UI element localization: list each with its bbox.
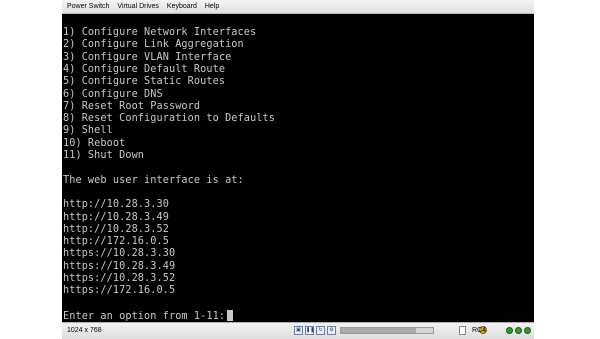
menu-bar: Power Switch Virtual Drives Keyboard Hel… xyxy=(62,0,534,14)
led-scroll-lock-icon xyxy=(524,327,531,334)
menu-help[interactable]: Help xyxy=(201,3,223,10)
console-line: https://10.28.3.49 xyxy=(63,260,176,272)
console-line: 10) Reboot xyxy=(63,137,126,149)
console-line: 2) Configure Link Aggregation xyxy=(63,39,244,51)
remote-console-screen[interactable]: 1) Configure Network Interfaces 2) Config… xyxy=(62,14,534,322)
console-line: http://10.28.3.49 xyxy=(63,211,169,223)
settings-icon[interactable]: ⚙ xyxy=(327,326,336,335)
console-line: 11) Shut Down xyxy=(63,150,145,161)
led-caps-lock-icon xyxy=(515,327,522,334)
console-line: https://10.28.3.52 xyxy=(63,273,176,284)
console-line: http://172.16.0.5 xyxy=(63,236,169,248)
console-line: https://172.16.0.5 xyxy=(63,285,176,297)
console-line: 5) Configure Static Routes xyxy=(63,76,226,88)
resolution-label: 1024 x 768 xyxy=(67,327,102,334)
console-line: https://10.28.3.30 xyxy=(63,248,176,260)
console-line: The web user interface is at: xyxy=(63,174,244,186)
console-line: 4) Configure Default Route xyxy=(63,63,226,75)
document-icon xyxy=(459,326,466,335)
progress-fill xyxy=(341,328,417,333)
console-line: http://10.28.3.30 xyxy=(63,199,169,211)
refresh-icon[interactable]: ↻ xyxy=(316,326,325,335)
fit-screen-icon[interactable]: ▣ xyxy=(294,326,303,335)
status-bar: 1024 x 768 ▣ ❚❚ ↻ ⚙ RC4 xyxy=(62,322,534,339)
console-line: 9) Shell xyxy=(63,125,113,137)
led-num-lock-icon xyxy=(506,327,513,334)
console-line: 8) Reset Configuration to Defaults xyxy=(63,113,275,125)
menu-keyboard[interactable]: Keyboard xyxy=(163,3,201,10)
menu-power-switch[interactable]: Power Switch xyxy=(62,3,113,10)
console-line: 6) Configure DNS xyxy=(63,88,163,100)
kvm-viewer-window: Power Switch Virtual Drives Keyboard Hel… xyxy=(62,0,534,339)
menu-virtual-drives[interactable]: Virtual Drives xyxy=(113,3,163,10)
console-line: 1) Configure Network Interfaces xyxy=(63,27,257,38)
console-line: http://10.28.3.52 xyxy=(63,223,169,235)
server-name: RC4 xyxy=(472,327,487,334)
console-line: 3) Configure VLAN Interface xyxy=(63,51,232,63)
console-line: 7) Reset Root Password xyxy=(63,100,201,112)
pause-icon[interactable]: ❚❚ xyxy=(305,326,314,335)
text-cursor xyxy=(227,309,234,321)
progress-bar xyxy=(340,327,434,334)
